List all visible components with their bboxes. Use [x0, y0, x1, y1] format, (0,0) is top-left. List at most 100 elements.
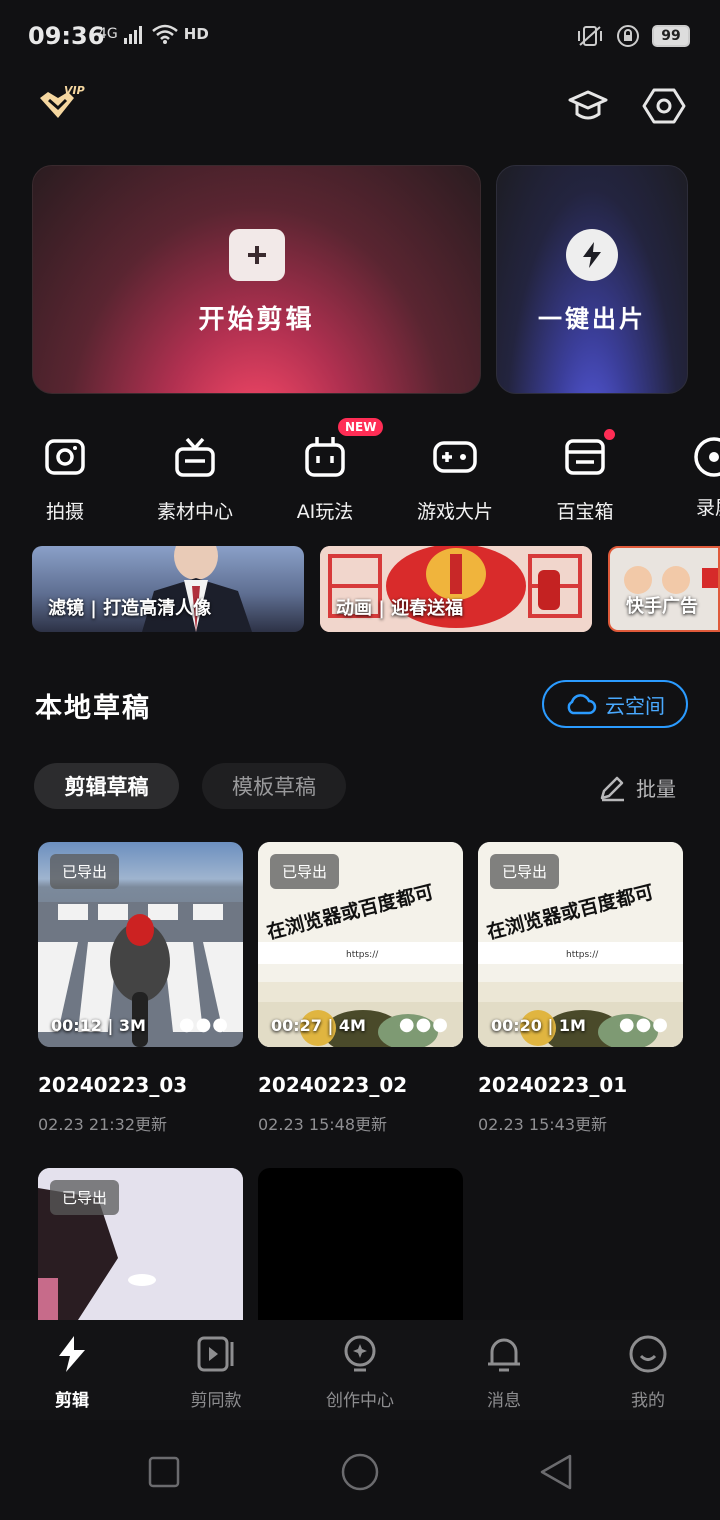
- camera-icon: [45, 439, 85, 475]
- one-click-label: 一键出片: [538, 305, 646, 333]
- draft-card[interactable]: 已导出 00:12 | 3M ●●● 20240223_03 02.23 21:…: [38, 842, 243, 1135]
- nav-edit[interactable]: 剪辑: [17, 1334, 127, 1411]
- draft-duration: 00:27: [271, 1016, 322, 1035]
- draft-thumbnail[interactable]: [258, 1168, 463, 1320]
- exported-badge: 已导出: [50, 854, 120, 889]
- nav-messages[interactable]: 消息: [449, 1334, 559, 1411]
- nav-label: 剪辑: [55, 1391, 89, 1411]
- tool-material-center[interactable]: 素材中心: [140, 435, 250, 524]
- more-options-icon[interactable]: ●●●: [619, 1014, 669, 1035]
- more-options-icon[interactable]: ●●●: [399, 1014, 449, 1035]
- draft-duration: 00:12: [51, 1016, 102, 1035]
- tool-screen-record[interactable]: 录屏: [660, 435, 720, 520]
- notification-dot: [604, 429, 615, 440]
- draft-thumbnail[interactable]: 已导出: [38, 1168, 243, 1320]
- kuaishou-ad-image: [624, 566, 718, 594]
- draft-size: 4M: [338, 1016, 366, 1035]
- nav-template[interactable]: 剪同款: [161, 1334, 271, 1411]
- draft-card[interactable]: 在浏览器或百度都可 https:// 已导出 00:27 | 4M ●●● 20…: [258, 842, 463, 1135]
- edit-pencil-icon: [600, 776, 624, 802]
- status-bar: 09:36 4G HD 99: [0, 0, 720, 72]
- draft-size: 1M: [558, 1016, 586, 1035]
- cloud-icon: [567, 694, 597, 715]
- home-icon[interactable]: [341, 1453, 379, 1491]
- banner-kuaishou[interactable]: 快手广告: [608, 546, 720, 632]
- back-icon[interactable]: [538, 1453, 574, 1491]
- tool-ai-play[interactable]: AI玩法: [270, 435, 380, 524]
- draft-thumbnail[interactable]: 在浏览器或百度都可 https:// 已导出 00:20 | 1M ●●●: [478, 842, 683, 1047]
- nav-profile[interactable]: 我的: [593, 1334, 703, 1411]
- status-signal-group: 4G HD: [98, 24, 209, 44]
- draft-meta: 00:27 | 4M: [271, 1016, 366, 1035]
- tutorial-button[interactable]: [566, 84, 610, 128]
- draft-card[interactable]: 在浏览器或百度都可 https:// 已导出 00:20 | 1M ●●● 20…: [478, 842, 683, 1135]
- graduation-cap-icon: [568, 90, 608, 120]
- draft-duration: 00:20: [491, 1016, 542, 1035]
- banner-text: 快手广告: [626, 596, 698, 617]
- nav-label: 我的: [631, 1391, 665, 1411]
- thumbnail-url-text: https://: [346, 950, 379, 960]
- local-drafts-title: 本地草稿: [35, 693, 151, 724]
- recent-apps-icon[interactable]: [148, 1456, 180, 1488]
- banner-animation[interactable]: 动画 | 迎春送福: [320, 546, 592, 632]
- draft-date: 02.23 15:43更新: [478, 1115, 608, 1134]
- bolt-icon: [566, 229, 618, 281]
- start-edit-card[interactable]: 开始剪辑: [32, 165, 481, 394]
- one-click-card[interactable]: 一键出片: [496, 165, 688, 394]
- draft-meta: 00:12 | 3M: [51, 1016, 146, 1035]
- draft-title: 20240223_03: [38, 1073, 188, 1097]
- draft-thumbnail[interactable]: 已导出 00:12 | 3M ●●●: [38, 842, 243, 1047]
- nav-label: 剪同款: [190, 1391, 242, 1411]
- draft-thumbnail[interactable]: 在浏览器或百度都可 https:// 已导出 00:27 | 4M ●●●: [258, 842, 463, 1047]
- tool-label: 游戏大片: [416, 501, 493, 523]
- banner-text: 滤镜 | 打造高清人像: [48, 598, 212, 619]
- tab-template-drafts[interactable]: 模板草稿: [202, 763, 346, 809]
- bell-icon: [488, 1338, 520, 1372]
- wifi-icon: [151, 24, 178, 44]
- batch-button[interactable]: 批量: [598, 772, 676, 802]
- draft-meta: 00:20 | 1M: [491, 1016, 586, 1035]
- cloud-space-label: 云空间: [605, 693, 665, 718]
- new-badge: NEW: [338, 418, 384, 436]
- draft-card[interactable]: 已导出: [38, 1168, 243, 1320]
- vip-label: VIP: [64, 84, 85, 97]
- tool-label: 录屏: [696, 497, 720, 519]
- tool-label: AI玩法: [296, 501, 354, 523]
- nav-creator-center[interactable]: 创作中心: [305, 1334, 415, 1411]
- nav-label: 创作中心: [326, 1391, 394, 1411]
- hd-indicator: HD: [183, 25, 209, 43]
- lightbulb-icon: [344, 1335, 376, 1372]
- system-navigation-bar: [0, 1420, 720, 1520]
- tool-label: 素材中心: [156, 501, 233, 523]
- start-edit-label: 开始剪辑: [198, 305, 315, 335]
- draft-date: 02.23 21:32更新: [38, 1115, 168, 1134]
- more-options-icon[interactable]: ●●●: [179, 1014, 229, 1035]
- tool-camera[interactable]: 拍摄: [10, 435, 120, 524]
- draft-title: 20240223_01: [478, 1073, 628, 1097]
- banner-text: 动画 | 迎春送福: [336, 598, 464, 619]
- bolt-icon: [59, 1336, 85, 1372]
- settings-button[interactable]: [642, 84, 686, 128]
- signal-icon: [123, 26, 142, 44]
- tv-icon: [175, 437, 215, 477]
- tool-label: 百宝箱: [556, 501, 614, 523]
- exported-badge: 已导出: [490, 854, 560, 889]
- tool-label: 拍摄: [45, 501, 84, 523]
- status-time: 09:36: [28, 22, 105, 50]
- tab-edit-drafts[interactable]: 剪辑草稿: [34, 763, 179, 809]
- gamepad-icon: [433, 441, 477, 473]
- robot-icon: [305, 437, 345, 477]
- tool-toolbox[interactable]: 百宝箱: [530, 435, 640, 524]
- draft-card[interactable]: [258, 1168, 463, 1320]
- thumbnail-url-text: https://: [566, 950, 599, 960]
- batch-label: 批量: [636, 776, 676, 801]
- tool-game-video[interactable]: 游戏大片: [400, 435, 510, 524]
- banner-filter[interactable]: 滤镜 | 打造高清人像: [32, 546, 304, 632]
- cloud-space-button[interactable]: 云空间: [542, 680, 688, 728]
- vip-badge[interactable]: VIP: [36, 84, 86, 124]
- nav-label: 消息: [487, 1391, 521, 1411]
- status-right-group: 99: [576, 24, 690, 48]
- draft-date: 02.23 15:48更新: [258, 1115, 388, 1134]
- draft-size: 3M: [118, 1016, 146, 1035]
- exported-badge: 已导出: [270, 854, 340, 889]
